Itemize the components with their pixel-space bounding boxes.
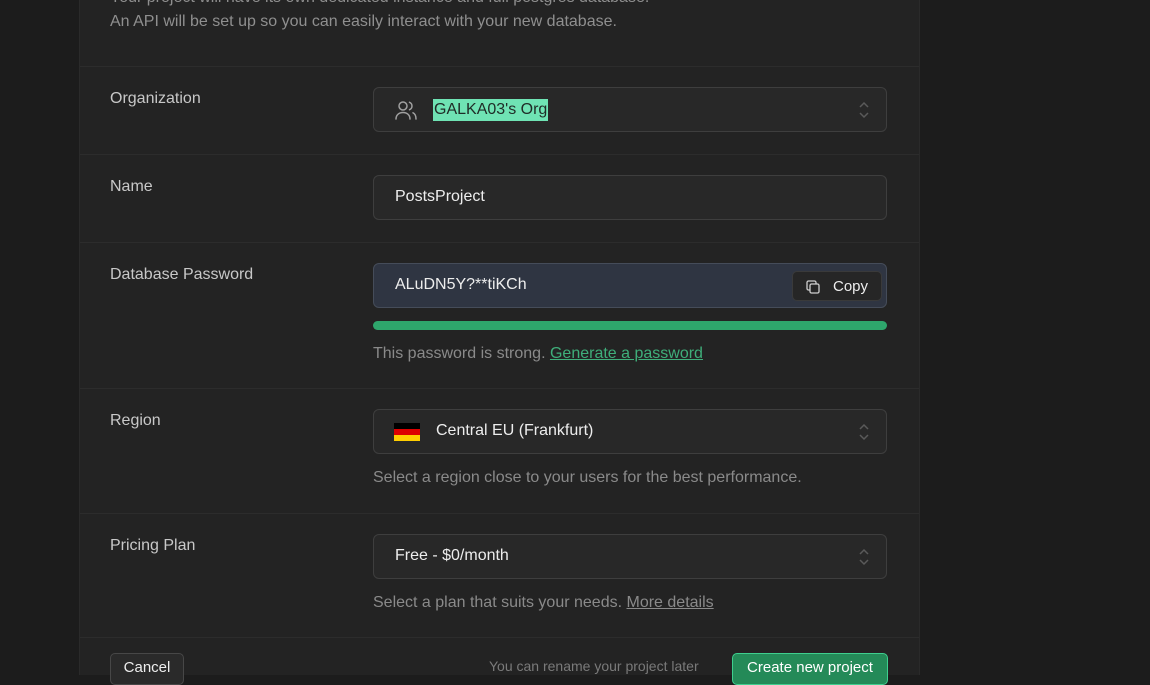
divider: [80, 242, 919, 243]
chevron-up-down-icon: [859, 548, 869, 566]
copy-password-button[interactable]: Copy: [792, 271, 882, 301]
organization-label: Organization: [110, 90, 201, 107]
organization-name: GALKA03's Org: [433, 99, 549, 121]
pricing-plan-label: Pricing Plan: [110, 537, 196, 554]
pricing-help: Select a plan that suits your needs. Mor…: [373, 594, 714, 612]
cancel-button[interactable]: Cancel: [110, 653, 184, 685]
region-value: Central EU (Frankfurt): [436, 422, 594, 439]
create-project-button[interactable]: Create new project: [732, 653, 888, 685]
project-name-input[interactable]: PostsProject: [373, 175, 887, 220]
pricing-plan-select[interactable]: Free - $0/month: [373, 534, 887, 579]
project-name-value: PostsProject: [395, 188, 485, 205]
form-intro: Your project will have its own dedicated…: [110, 0, 649, 34]
divider: [80, 154, 919, 155]
germany-flag-icon: [394, 423, 420, 441]
password-strength-text: This password is strong.: [373, 345, 546, 362]
new-project-form: Your project will have its own dedicated…: [79, 0, 920, 685]
divider: [80, 66, 919, 67]
divider: [80, 513, 919, 514]
password-strength-bar: [373, 321, 887, 330]
region-help: Select a region close to your users for …: [373, 469, 802, 486]
more-details-link[interactable]: More details: [627, 594, 714, 611]
divider: [80, 637, 919, 638]
copy-button-label: Copy: [833, 278, 869, 295]
chevron-up-down-icon: [859, 101, 869, 119]
organization-select[interactable]: GALKA03's Org: [373, 87, 887, 132]
intro-line-2: An API will be set up so you can easily …: [110, 13, 617, 30]
generate-password-link[interactable]: Generate a password: [550, 345, 703, 362]
name-label: Name: [110, 178, 153, 195]
password-help: This password is strong. Generate a pass…: [373, 345, 703, 363]
region-select[interactable]: Central EU (Frankfurt): [373, 409, 887, 454]
pricing-plan-value: Free - $0/month: [395, 547, 509, 564]
chevron-up-down-icon: [859, 423, 869, 441]
database-password-value: ALuDN5Y?**tiKCh: [395, 276, 527, 293]
pricing-help-text: Select a plan that suits your needs.: [373, 594, 623, 611]
intro-line-1: Your project will have its own dedicated…: [110, 0, 649, 10]
database-password-input[interactable]: ALuDN5Y?**tiKCh Copy: [373, 263, 887, 308]
region-label: Region: [110, 412, 161, 429]
divider: [80, 388, 919, 389]
rename-note: You can rename your project later: [489, 658, 699, 674]
database-password-label: Database Password: [110, 266, 254, 283]
copy-icon: [806, 280, 820, 294]
users-icon: [395, 101, 417, 120]
